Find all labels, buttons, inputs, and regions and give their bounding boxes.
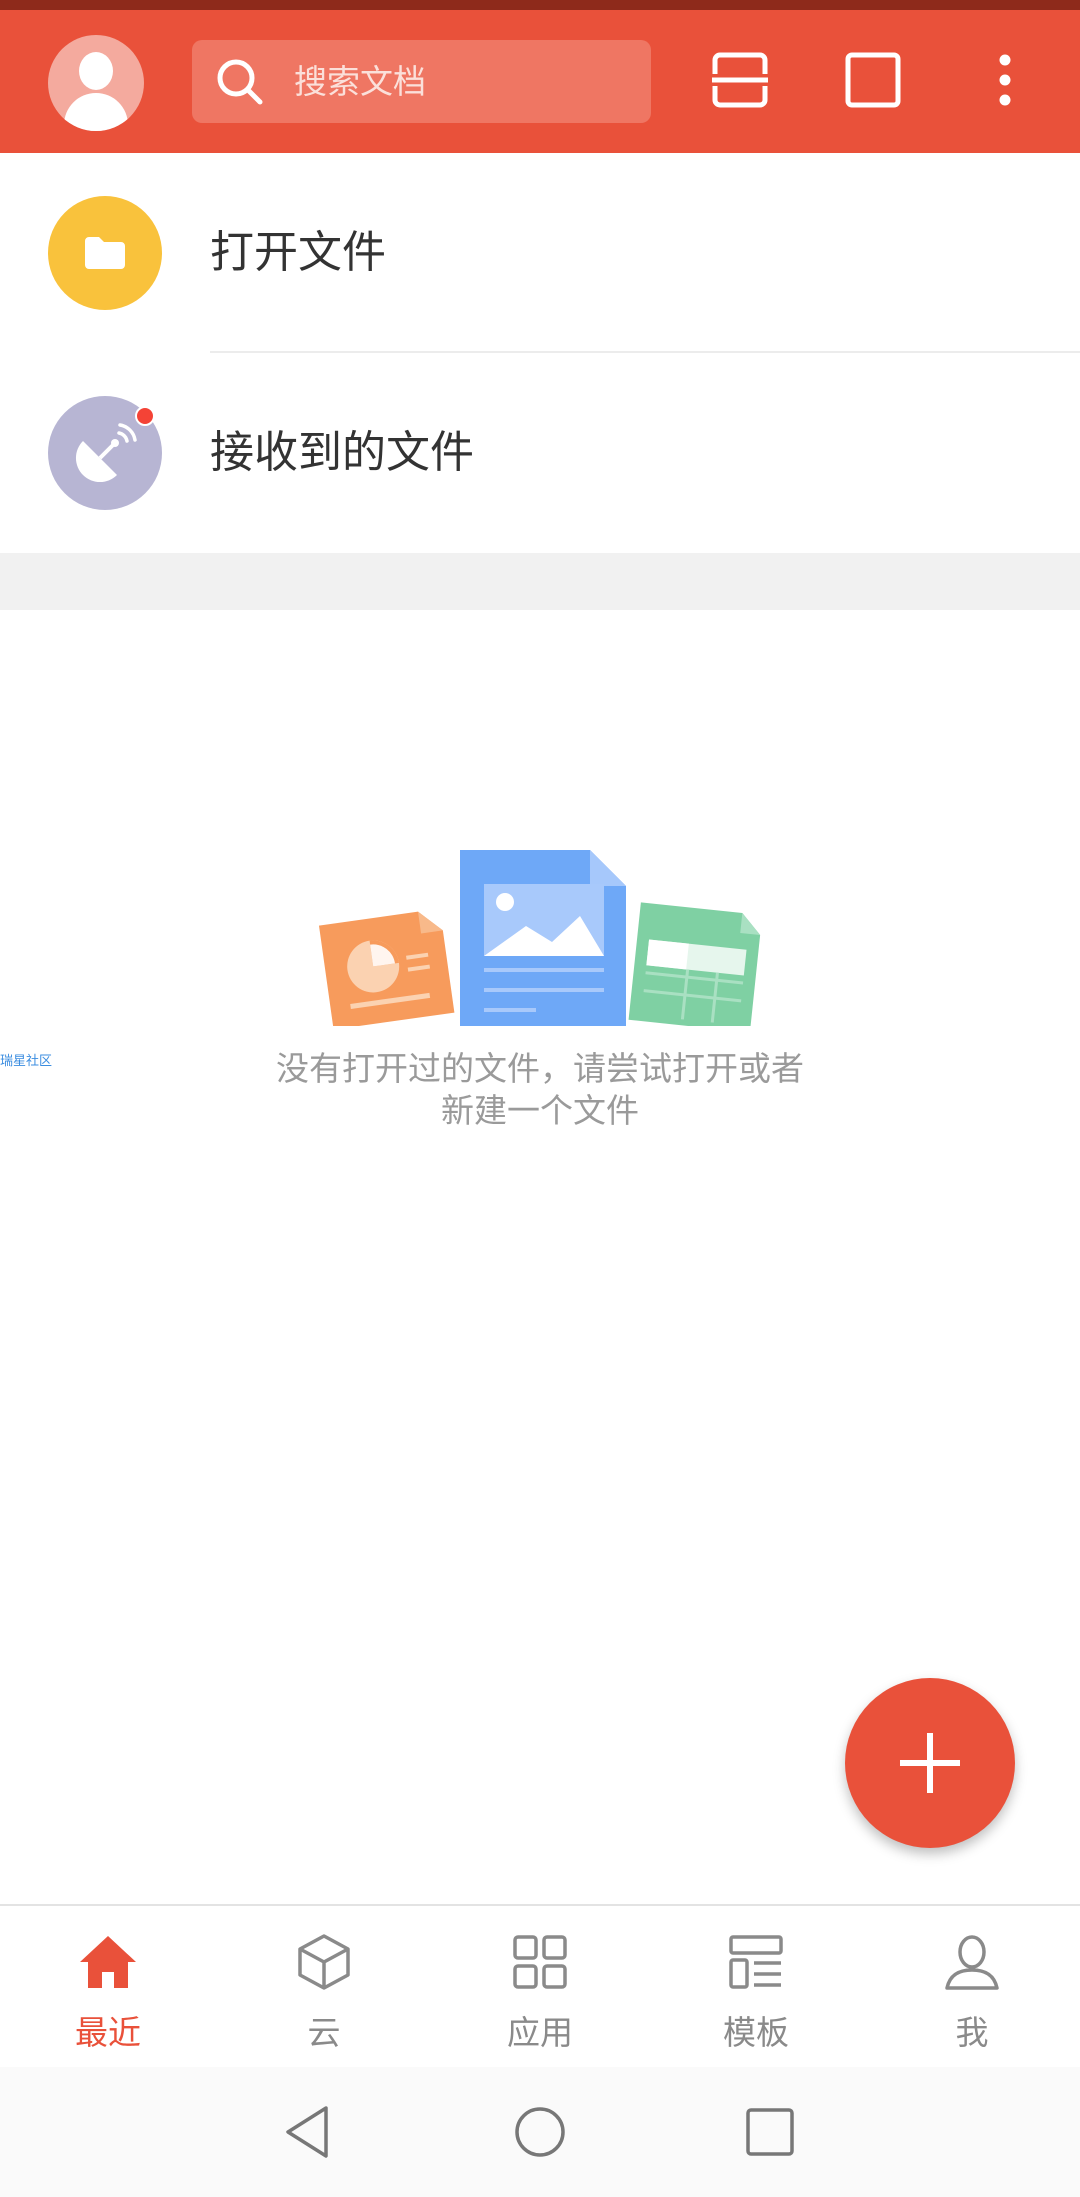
bottom-navigation: 最近 云 应用 模板 我	[0, 1904, 1080, 2067]
home-icon	[80, 1936, 136, 1988]
back-icon[interactable]	[278, 2102, 338, 2162]
empty-state-line-2: 新建一个文件	[441, 1091, 639, 1130]
section-separator	[0, 553, 1080, 610]
tab-cloud-label: 云	[307, 2013, 341, 2052]
template-icon	[729, 1935, 783, 1989]
apps-grid-icon	[513, 1935, 567, 1989]
tab-me[interactable]: 我	[864, 1906, 1080, 2069]
spreadsheet-doc-icon	[628, 902, 761, 1026]
more-menu-button[interactable]	[965, 40, 1045, 120]
satellite-dish-icon	[75, 423, 137, 483]
empty-state-message: 没有打开过的文件，请尝试打开或者 新建一个文件	[200, 1048, 880, 1132]
image-doc-icon	[460, 850, 626, 1026]
watermark: 瑞星社区	[0, 1054, 53, 1069]
received-files-label: 接收到的文件	[210, 427, 474, 478]
tab-recent[interactable]: 最近	[0, 1906, 216, 2069]
avatar-body	[64, 93, 128, 131]
tab-cloud[interactable]: 云	[216, 1906, 432, 2069]
app-header: 搜索文档	[0, 10, 1080, 153]
tab-templates[interactable]: 模板	[648, 1906, 864, 2069]
plus-icon	[900, 1733, 960, 1793]
search-icon	[217, 59, 263, 105]
tab-apps-label: 应用	[507, 2013, 573, 2052]
recents-icon[interactable]	[740, 2102, 800, 2162]
open-file-icon-bg	[48, 196, 162, 310]
tab-apps[interactable]: 应用	[432, 1906, 648, 2069]
unread-badge	[135, 406, 155, 426]
received-files-item[interactable]: 接收到的文件	[0, 353, 1080, 553]
status-strip	[0, 0, 1080, 10]
multi-window-button[interactable]	[833, 40, 913, 120]
scan-icon	[712, 52, 768, 108]
open-file-label: 打开文件	[210, 227, 386, 278]
avatar-head	[79, 52, 113, 90]
tab-templates-label: 模板	[723, 2013, 789, 2052]
folder-icon	[85, 237, 125, 269]
search-placeholder: 搜索文档	[294, 62, 426, 101]
user-avatar[interactable]	[48, 35, 144, 131]
tab-recent-label: 最近	[75, 2013, 141, 2052]
home-circle-icon[interactable]	[510, 2102, 570, 2162]
scan-button[interactable]	[700, 40, 780, 120]
cube-icon	[298, 1934, 350, 1990]
open-file-item[interactable]: 打开文件	[0, 153, 1080, 353]
square-icon	[845, 52, 901, 108]
empty-documents-illustration	[318, 850, 761, 1026]
presentation-doc-icon	[318, 911, 455, 1026]
search-input[interactable]: 搜索文档	[192, 40, 651, 123]
create-new-button[interactable]	[845, 1678, 1015, 1848]
system-navigation-bar	[0, 2067, 1080, 2197]
more-vertical-icon	[999, 54, 1011, 106]
person-icon	[945, 1935, 999, 1990]
empty-state-line-1: 没有打开过的文件，请尝试打开或者	[276, 1049, 804, 1088]
tab-me-label: 我	[955, 2013, 989, 2052]
